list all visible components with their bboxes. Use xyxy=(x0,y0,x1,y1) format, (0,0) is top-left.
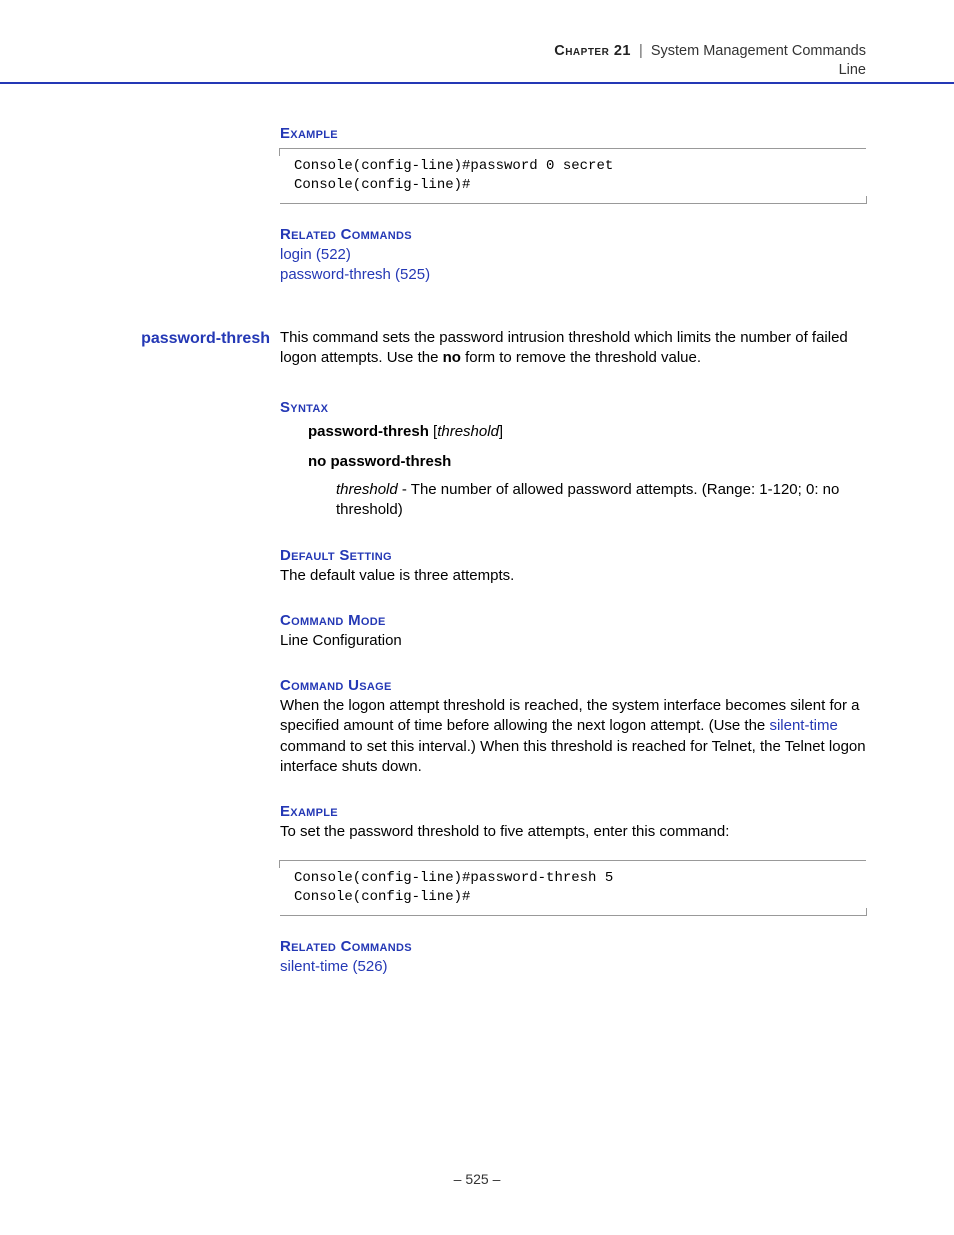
command-mode-text: Line Configuration xyxy=(280,631,866,651)
syntax-cmd-1: password-thresh xyxy=(308,423,429,440)
syntax-cmd-2: no password-thresh xyxy=(308,453,451,470)
syntax-param: threshold - The number of allowed passwo… xyxy=(336,480,866,521)
command-description: This command sets the password intrusion… xyxy=(280,328,866,369)
command-usage-text: When the logon attempt threshold is reac… xyxy=(280,696,866,777)
example-code-block-2: Console(config-line)#password-thresh 5 C… xyxy=(280,860,866,916)
syntax-line-1: password-thresh [threshold] xyxy=(308,422,866,442)
command-mode-label: Command Mode xyxy=(280,612,866,629)
chapter-label: Chapter 21 xyxy=(554,43,631,59)
page-footer: – 525 – xyxy=(0,1171,954,1187)
usage-post: command to set this interval.) When this… xyxy=(280,738,866,775)
syntax-arg-1: threshold xyxy=(437,423,499,440)
syntax-label: Syntax xyxy=(280,399,866,416)
example-code-block: Console(config-line)#password 0 secret C… xyxy=(280,148,866,204)
param-desc: - The number of allowed password attempt… xyxy=(336,481,839,518)
header-line-1: Chapter 21 | System Management Commands xyxy=(554,42,866,61)
command-body: This command sets the password intrusion… xyxy=(280,328,866,977)
syntax-bracket-close: ] xyxy=(499,423,503,440)
header-rule xyxy=(0,82,954,84)
default-setting-text: The default value is three attempts. xyxy=(280,566,866,586)
link-login[interactable]: login (522) xyxy=(280,245,866,265)
top-content: Example Console(config-line)#password 0 … xyxy=(280,125,866,285)
command-section: password-thresh This command sets the pa… xyxy=(115,328,866,977)
example-label-2: Example xyxy=(280,803,866,820)
page-number: – 525 – xyxy=(454,1171,501,1187)
link-password-thresh[interactable]: password-thresh (525) xyxy=(280,265,866,285)
desc-post: form to remove the threshold value. xyxy=(461,349,701,366)
example-label: Example xyxy=(280,125,866,142)
related-commands-label: Related Commands xyxy=(280,226,866,243)
page-header: Chapter 21 | System Management Commands … xyxy=(554,42,866,80)
header-separator: | xyxy=(639,43,643,59)
desc-bold: no xyxy=(443,349,461,366)
command-name-heading: password-thresh xyxy=(115,330,270,348)
param-name: threshold xyxy=(336,481,398,498)
chapter-title: System Management Commands xyxy=(651,43,866,59)
example-intro: To set the password threshold to five at… xyxy=(280,822,866,842)
related-commands-label-2: Related Commands xyxy=(280,938,866,955)
command-usage-label: Command Usage xyxy=(280,677,866,694)
link-silent-time[interactable]: silent-time (526) xyxy=(280,957,866,977)
header-subtitle: Line xyxy=(554,61,866,80)
link-silent-time-inline[interactable]: silent-time xyxy=(769,717,837,734)
syntax-line-2: no password-thresh xyxy=(308,452,866,472)
default-setting-label: Default Setting xyxy=(280,547,866,564)
